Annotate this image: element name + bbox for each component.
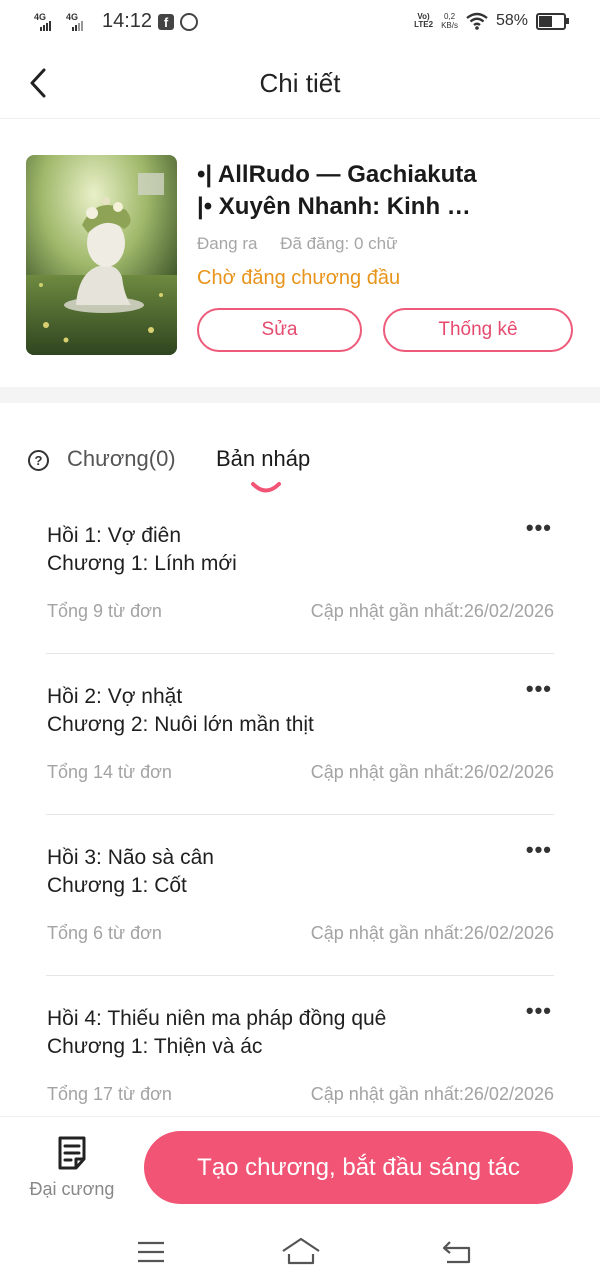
section-divider (0, 387, 600, 403)
book-card: •| AllRudo — Gachiakuta |• Xuyên Nhanh: … (0, 119, 600, 387)
publish-state: Chờ đăng chương đầu (197, 267, 401, 289)
more-options-icon[interactable]: ••• (526, 839, 552, 861)
book-meta: Đang ra Đã đăng: 0 chữ (197, 234, 397, 254)
speed-value: 0,2 (443, 12, 456, 21)
outline-icon (58, 1136, 86, 1170)
draft-word-count: Tổng 17 từ đơn (47, 1084, 172, 1104)
draft-chapter: Chương 1: Cốt (47, 874, 187, 897)
page-title: Chi tiết (259, 68, 341, 98)
draft-word-count: Tổng 6 từ đơn (47, 923, 162, 943)
drafts-list: Hồi 1: Vợ điên Chương 1: Lính mới ••• Tổ… (0, 493, 600, 1136)
outline-label: Đại cương (29, 1179, 115, 1199)
draft-chapter: Chương 2: Nuôi lớn mần thịt (47, 713, 314, 736)
book-title: •| AllRudo — Gachiakuta |• Xuyên Nhanh: … (197, 159, 577, 223)
network-speed: 0,2 KB/s (441, 12, 458, 30)
cover-image (26, 155, 177, 355)
draft-chapter: Chương 1: Thiện và ác (47, 1035, 263, 1058)
draft-arc: Hồi 2: Vợ nhặt (47, 685, 183, 708)
book-word-count: Đã đăng: 0 chữ (280, 234, 398, 253)
book-cover[interactable] (26, 155, 177, 355)
help-icon[interactable]: ? (28, 450, 49, 471)
menu-icon[interactable] (136, 1240, 166, 1264)
facebook-notification-icon: f (158, 13, 175, 30)
system-nav-bar (0, 1220, 600, 1287)
draft-updated: Cập nhật gần nhất:26/02/2026 (310, 1084, 554, 1104)
battery-percent: 58% (495, 12, 528, 29)
draft-word-count: Tổng 14 từ đơn (47, 762, 172, 782)
draft-updated: Cập nhật gần nhất:26/02/2026 (310, 762, 554, 782)
draft-chapter: Chương 1: Lính mới (47, 552, 237, 575)
more-options-icon[interactable]: ••• (526, 1000, 552, 1022)
draft-updated: Cập nhật gần nhất:26/02/2026 (310, 601, 554, 621)
outline-button[interactable]: Đại cương (20, 1135, 124, 1207)
draft-arc: Hồi 1: Vợ điên (47, 524, 182, 547)
home-icon[interactable] (280, 1236, 322, 1266)
more-options-icon[interactable]: ••• (526, 517, 552, 539)
draft-updated: Cập nhật gần nhất:26/02/2026 (310, 923, 554, 943)
draft-title: Hồi 1: Vợ điên Chương 1: Lính mới (47, 522, 237, 578)
back-nav-icon[interactable] (441, 1238, 473, 1266)
clock: 14:12 (102, 10, 153, 32)
content-tabs: ? Chương(0) Bản nháp (0, 403, 600, 493)
create-chapter-button[interactable]: Tạo chương, bắt đầu sáng tác (144, 1131, 573, 1204)
cell-signal-icon-2: 4G (66, 12, 92, 31)
book-title-line1: •| AllRudo — Gachiakuta (197, 161, 477, 188)
book-title-line2: |• Xuyên Nhanh: Kinh … (197, 193, 471, 220)
statistics-button[interactable]: Thống kê (383, 308, 573, 352)
battery-icon (536, 12, 569, 30)
tab-drafts[interactable]: Bản nháp (216, 446, 310, 472)
list-item[interactable]: Hồi 2: Vợ nhặt Chương 2: Nuôi lớn mần th… (46, 654, 554, 815)
cell-signal-icon: 4G (34, 12, 60, 31)
more-options-icon[interactable]: ••• (526, 678, 552, 700)
status-bar: 4G 4G 14:12 f Vo) LTE2 0,2 KB/s 58% (0, 0, 600, 46)
app-header: Chi tiết (0, 50, 600, 119)
draft-title: Hồi 3: Não sà cân Chương 1: Cốt (47, 844, 214, 900)
tab-chapters[interactable]: Chương(0) (67, 446, 176, 472)
list-item[interactable]: Hồi 3: Não sà cân Chương 1: Cốt ••• Tổng… (46, 815, 554, 976)
wifi-icon (466, 12, 488, 30)
bottom-action-bar: Đại cương Tạo chương, bắt đầu sáng tác (0, 1116, 600, 1221)
messenger-notification-icon (180, 12, 199, 31)
list-item[interactable]: Hồi 1: Vợ điên Chương 1: Lính mới ••• Tổ… (46, 493, 554, 654)
draft-arc: Hồi 4: Thiếu niên ma pháp đồng quê (47, 1007, 387, 1030)
draft-word-count: Tổng 9 từ đơn (47, 601, 162, 621)
draft-title: Hồi 4: Thiếu niên ma pháp đồng quê Chươn… (47, 1005, 386, 1061)
edit-button[interactable]: Sửa (197, 308, 362, 352)
volte-icon: Vo) LTE2 (414, 12, 434, 29)
draft-title: Hồi 2: Vợ nhặt Chương 2: Nuôi lớn mần th… (47, 683, 314, 739)
draft-arc: Hồi 3: Não sà cân (47, 846, 214, 869)
speed-unit: KB/s (441, 21, 458, 30)
list-item[interactable]: Hồi 4: Thiếu niên ma pháp đồng quê Chươn… (46, 976, 554, 1136)
book-status: Đang ra (197, 234, 258, 253)
